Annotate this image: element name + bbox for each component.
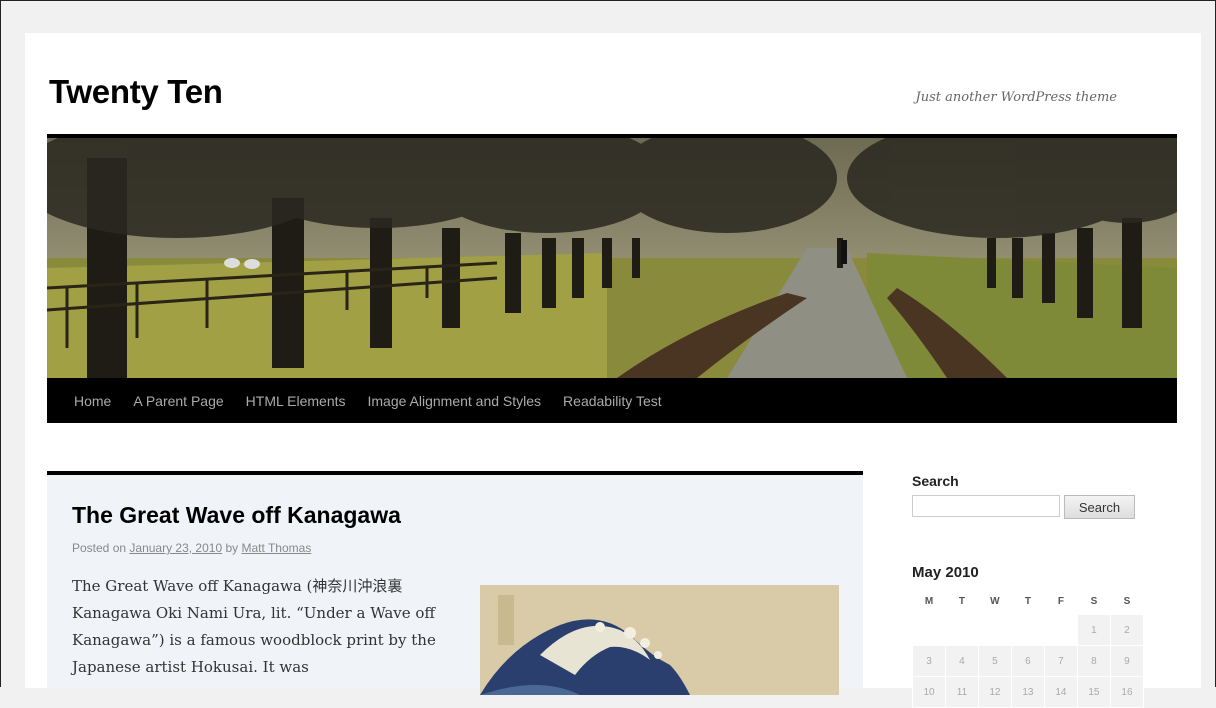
calendar-day: 4 — [945, 645, 979, 677]
nav-html-elements[interactable]: HTML Elements — [235, 393, 357, 409]
calendar-empty-cell — [1044, 615, 1077, 646]
calendar-day: 1 — [1076, 614, 1111, 646]
weekday-header: T — [958, 595, 965, 607]
search-widget-title: Search — [912, 473, 959, 489]
tree-avenue-image — [47, 138, 1177, 378]
weekday-header: S — [1123, 595, 1131, 607]
page: Twenty Ten Just another WordPress theme — [25, 33, 1201, 708]
post-author-link[interactable]: Matt Thomas — [242, 541, 312, 555]
calendar-week: 1 2 — [913, 614, 1145, 646]
calendar-day: 16 — [1109, 676, 1145, 708]
site-description: Just another WordPress theme — [915, 90, 1117, 105]
calendar-day: 12 — [977, 676, 1012, 708]
calendar-day: 3 — [912, 645, 946, 677]
calendar-weekdays: M T W T F S S — [913, 588, 1144, 615]
by-label: by — [225, 541, 239, 555]
sidebar: Search Search May 2010 M T W T F S S 1 2… — [912, 473, 1145, 708]
weekday-header: T — [1024, 595, 1031, 607]
calendar-day: 2 — [1109, 614, 1145, 646]
nav-image-alignment[interactable]: Image Alignment and Styles — [357, 393, 553, 409]
calendar-week: 3 4 5 6 7 8 9 — [912, 645, 1145, 677]
posted-on-label: Posted on — [72, 541, 127, 555]
weekday-header: W — [990, 595, 1000, 607]
main-navigation: Home A Parent Page HTML Elements Image A… — [47, 378, 1177, 423]
calendar-empty-cell — [946, 615, 979, 646]
search-form: Search — [912, 495, 1142, 519]
calendar-day: 11 — [945, 676, 979, 708]
post-date-link[interactable]: January 23, 2010 — [129, 541, 222, 555]
calendar-week: 10 11 12 13 14 15 16 — [912, 676, 1145, 708]
calendar-day: 6 — [1010, 645, 1045, 677]
site-title[interactable]: Twenty Ten — [49, 73, 223, 111]
header-image — [47, 134, 1177, 378]
calendar-day: 15 — [1076, 676, 1111, 708]
weekday-header: M — [924, 595, 934, 607]
post: The Great Wave off Kanagawa Posted on Ja… — [47, 471, 863, 695]
nav-parent-page[interactable]: A Parent Page — [122, 393, 234, 409]
weekday-header: S — [1090, 595, 1098, 607]
calendar: M T W T F S S 1 2 3 4 5 6 7 8 9 10 11 12… — [912, 588, 1145, 708]
nav-home[interactable]: Home — [63, 393, 122, 409]
calendar-empty-cell — [913, 615, 946, 646]
calendar-title: May 2010 — [912, 564, 979, 581]
search-button[interactable]: Search — [1064, 495, 1135, 519]
calendar-day: 14 — [1043, 676, 1078, 708]
post-title[interactable]: The Great Wave off Kanagawa — [72, 502, 401, 529]
calendar-day: 10 — [912, 676, 946, 708]
weekday-header: F — [1057, 595, 1064, 607]
calendar-empty-cell — [1011, 615, 1044, 646]
calendar-day: 8 — [1076, 645, 1111, 677]
nav-readability-test[interactable]: Readability Test — [552, 393, 673, 409]
calendar-day: 5 — [977, 645, 1012, 677]
calendar-day: 13 — [1010, 676, 1045, 708]
post-body: The Great Wave off Kanagawa (神奈川沖浪裏 Kana… — [72, 577, 436, 676]
great-wave-image[interactable] — [480, 585, 839, 695]
calendar-empty-cell — [978, 615, 1011, 646]
search-input[interactable] — [912, 495, 1060, 517]
calendar-day: 7 — [1043, 645, 1078, 677]
calendar-day: 9 — [1109, 645, 1145, 677]
post-meta: Posted on January 23, 2010 by Matt Thoma… — [72, 541, 311, 555]
